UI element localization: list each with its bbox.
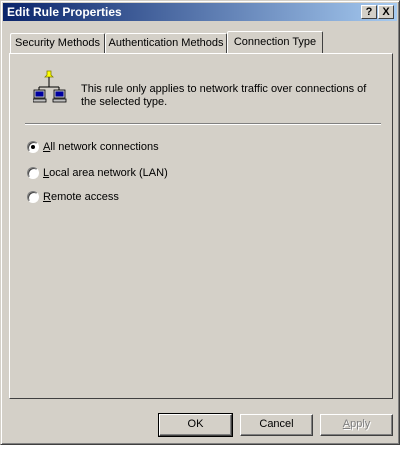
tab-authentication-methods[interactable]: Authentication Methods bbox=[105, 33, 227, 53]
rule-description: This rule only applies to network traffi… bbox=[81, 83, 367, 108]
close-button[interactable]: X bbox=[378, 5, 394, 19]
radio-label: Remote access bbox=[43, 191, 119, 203]
radio-button[interactable] bbox=[27, 141, 39, 153]
tab-connection-type[interactable]: Connection Type bbox=[227, 31, 323, 53]
cancel-button[interactable]: Cancel bbox=[240, 414, 313, 436]
radio-selected-dot bbox=[31, 145, 35, 149]
network-computers-icon bbox=[33, 70, 67, 103]
radio-button[interactable] bbox=[27, 167, 39, 179]
tab-label: Connection Type bbox=[233, 36, 317, 48]
apply-button[interactable]: Apply bbox=[320, 414, 393, 436]
ok-button[interactable]: OK bbox=[158, 413, 233, 437]
window-title: Edit Rule Properties bbox=[7, 5, 122, 19]
title-bar[interactable]: Edit Rule Properties ? X bbox=[3, 3, 397, 21]
radio-label: Local area network (LAN) bbox=[43, 167, 168, 179]
separator bbox=[25, 123, 381, 125]
radio-button[interactable] bbox=[27, 191, 39, 203]
tab-security-methods[interactable]: Security Methods bbox=[10, 33, 105, 53]
help-button[interactable]: ? bbox=[361, 5, 377, 19]
radio-label: All network connections bbox=[43, 141, 159, 153]
tab-label: Security Methods bbox=[15, 37, 100, 49]
tab-label: Authentication Methods bbox=[108, 37, 224, 49]
dialog-window: Edit Rule Properties ? X Security Method… bbox=[0, 0, 400, 445]
